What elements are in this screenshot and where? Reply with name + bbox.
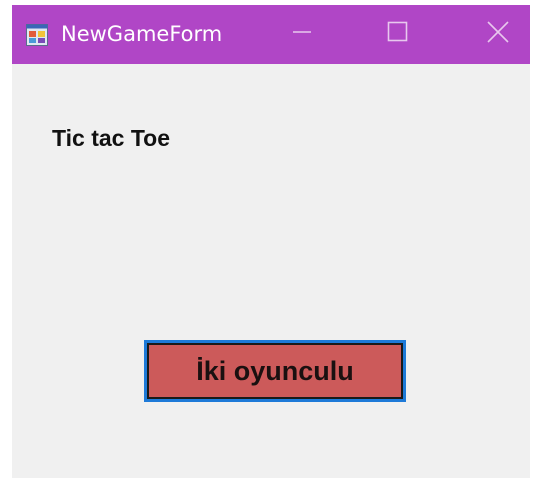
title-bar[interactable]: NewGameForm [12,5,530,64]
minimize-button[interactable] [272,5,332,64]
close-icon [487,21,509,48]
new-game-form-window: NewGameForm Tic tac Toe İki oyunculu [12,5,530,478]
window-title: NewGameForm [61,22,223,46]
minimize-icon [292,22,312,47]
two-player-button[interactable]: İki oyunculu [144,340,406,402]
maximize-button[interactable] [368,5,428,64]
maximize-icon [387,21,409,48]
winforms-app-icon [26,24,48,46]
close-button[interactable] [468,5,528,64]
game-title-label: Tic tac Toe [52,125,171,151]
